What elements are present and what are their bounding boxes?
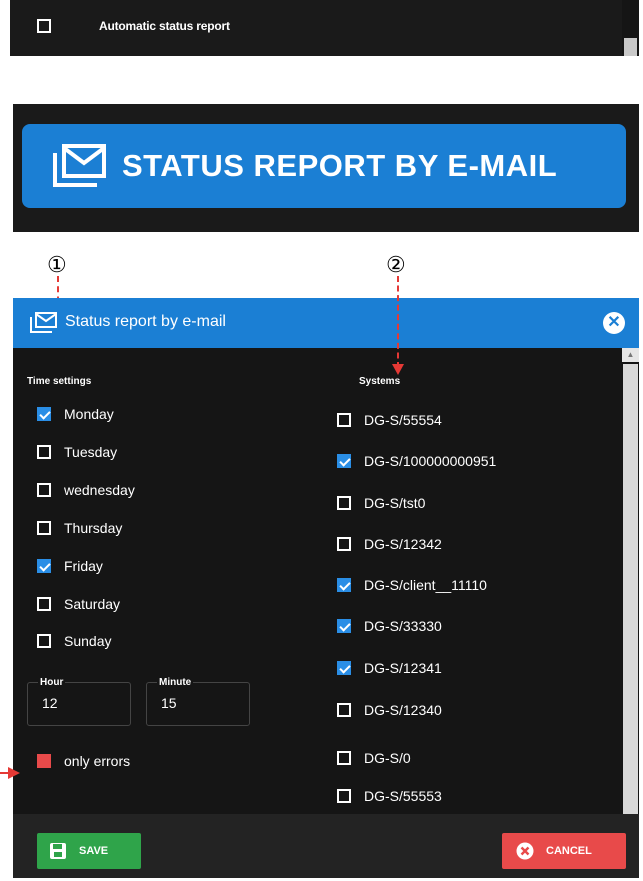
wednesday-checkbox[interactable] <box>37 483 51 497</box>
callout-arrowhead-2 <box>392 364 404 375</box>
callout-marker-1: ① <box>47 252 67 277</box>
save-button[interactable]: SAVE <box>37 833 141 869</box>
only-errors-option[interactable]: only errors <box>37 753 130 769</box>
day-label: wednesday <box>64 482 135 498</box>
status-report-by-email-label: STATUS REPORT BY E-MAIL <box>122 148 558 183</box>
system-option[interactable]: DG-S/12342 <box>337 536 442 552</box>
automatic-status-report-label: Automatic status report <box>99 19 230 33</box>
system-checkbox[interactable] <box>337 751 351 765</box>
system-label: DG-S/55554 <box>364 412 442 428</box>
system-label: DG-S/12341 <box>364 660 442 676</box>
day-option-saturday[interactable]: Saturday <box>37 596 120 612</box>
day-option-friday[interactable]: Friday <box>37 558 103 574</box>
system-checkbox[interactable] <box>337 578 351 592</box>
minute-value[interactable]: 15 <box>161 695 177 711</box>
system-option[interactable]: DG-S/12340 <box>337 702 442 718</box>
callout-marker-2: ② <box>386 252 406 277</box>
system-label: DG-S/tst0 <box>364 495 426 511</box>
system-option[interactable]: DG-S/55553 <box>337 788 442 804</box>
dialog-scrollbar[interactable]: ▲ <box>622 348 639 828</box>
day-option-wednesday[interactable]: wednesday <box>37 482 135 498</box>
monday-checkbox[interactable] <box>37 407 51 421</box>
close-icon[interactable]: ✕ <box>603 312 625 334</box>
strip-scrollbar[interactable] <box>622 0 639 56</box>
cancel-button[interactable]: CANCEL <box>502 833 626 869</box>
system-checkbox[interactable] <box>337 496 351 510</box>
system-option[interactable]: DG-S/0 <box>337 750 411 766</box>
system-checkbox[interactable] <box>337 537 351 551</box>
day-label: Monday <box>64 406 114 422</box>
email-report-icon <box>30 312 57 333</box>
system-option[interactable]: DG-S/client__11110 <box>337 577 487 593</box>
strip-scroll-thumb[interactable] <box>624 38 637 56</box>
system-label: DG-S/55553 <box>364 788 442 804</box>
dialog-footer: SAVE CANCEL <box>13 814 639 878</box>
dialog-title: Status report by e-mail <box>65 313 226 330</box>
cancel-label: CANCEL <box>546 845 592 857</box>
system-option[interactable]: DG-S/100000000951 <box>337 453 496 469</box>
day-option-monday[interactable]: Monday <box>37 406 114 422</box>
status-report-dialog: Status report by e-mail ✕ Time settings … <box>13 298 639 878</box>
hour-value[interactable]: 12 <box>42 695 58 711</box>
callout-line-2 <box>397 276 399 368</box>
time-settings-title: Time settings <box>27 376 92 387</box>
system-checkbox[interactable] <box>337 413 351 427</box>
big-button-panel: STATUS REPORT BY E-MAIL <box>13 104 639 232</box>
day-label: Sunday <box>64 633 112 649</box>
system-option[interactable]: DG-S/tst0 <box>337 495 425 511</box>
floppy-disk-icon <box>50 843 66 859</box>
only-errors-checkbox[interactable] <box>37 754 51 768</box>
system-label: DG-S/100000000951 <box>364 453 497 469</box>
only-errors-label: only errors <box>64 753 131 769</box>
system-checkbox[interactable] <box>337 789 351 803</box>
tuesday-checkbox[interactable] <box>37 445 51 459</box>
save-label: SAVE <box>79 845 109 857</box>
thursday-checkbox[interactable] <box>37 521 51 535</box>
systems-title: Systems <box>359 376 401 387</box>
callout-arrow-3-icon <box>0 767 20 779</box>
dialog-scroll-thumb[interactable] <box>623 364 638 826</box>
system-label: DG-S/12340 <box>364 702 442 718</box>
system-option[interactable]: DG-S/33330 <box>337 618 442 634</box>
minute-label: Minute <box>157 677 194 688</box>
day-option-thursday[interactable]: Thursday <box>37 520 122 536</box>
system-checkbox[interactable] <box>337 661 351 675</box>
day-label: Saturday <box>64 596 121 612</box>
system-option[interactable]: DG-S/55554 <box>337 412 442 428</box>
system-checkbox[interactable] <box>337 454 351 468</box>
automatic-status-report-strip: Automatic status report <box>10 0 639 56</box>
automatic-status-report-checkbox[interactable] <box>37 19 51 33</box>
day-label: Tuesday <box>64 444 118 460</box>
email-report-icon <box>53 144 106 187</box>
saturday-checkbox[interactable] <box>37 597 51 611</box>
minute-field[interactable]: Minute 15 <box>146 677 250 726</box>
system-checkbox[interactable] <box>337 703 351 717</box>
system-label: DG-S/33330 <box>364 618 442 634</box>
day-option-sunday[interactable]: Sunday <box>37 633 111 649</box>
dialog-header: Status report by e-mail ✕ <box>13 298 639 348</box>
system-label: DG-S/client__11110 <box>364 577 487 593</box>
hour-field[interactable]: Hour 12 <box>27 677 131 726</box>
hour-label: Hour <box>38 677 66 688</box>
day-label: Friday <box>64 558 103 574</box>
scroll-up-icon[interactable]: ▲ <box>622 348 639 362</box>
system-option[interactable]: DG-S/12341 <box>337 660 442 676</box>
friday-checkbox[interactable] <box>37 559 51 573</box>
cancel-x-icon <box>516 842 534 860</box>
status-report-by-email-button[interactable]: STATUS REPORT BY E-MAIL <box>22 124 626 208</box>
day-label: Thursday <box>64 520 123 536</box>
system-checkbox[interactable] <box>337 619 351 633</box>
day-option-tuesday[interactable]: Tuesday <box>37 444 117 460</box>
system-label: DG-S/0 <box>364 750 411 766</box>
sunday-checkbox[interactable] <box>37 634 51 648</box>
system-label: DG-S/12342 <box>364 536 442 552</box>
